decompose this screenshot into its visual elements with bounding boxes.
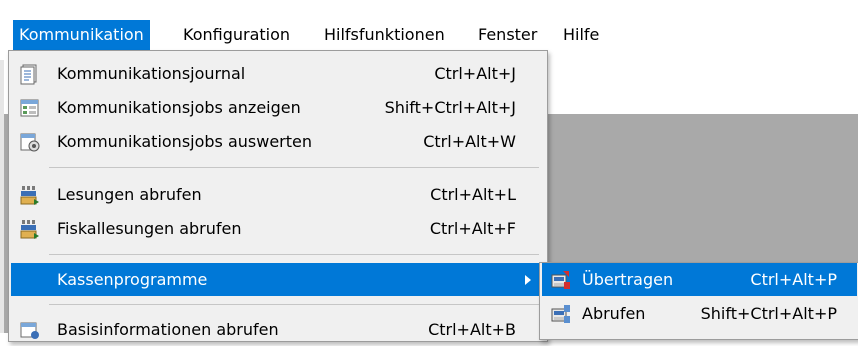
window-left-edge	[0, 60, 4, 333]
menu-item-shortcut: Ctrl+Alt+J	[434, 64, 516, 83]
menu-konfiguration[interactable]: Konfiguration	[177, 20, 296, 50]
transfer-icon	[550, 269, 572, 291]
menu-bar: Kommunikation Konfiguration Hilfsfunktio…	[0, 20, 858, 50]
menu-item-label: Kommunikationsjournal	[57, 64, 246, 83]
menu-item-fiskallesungen-abrufen[interactable]: Fiskallesungen abrufen Ctrl+Alt+F	[11, 212, 543, 245]
menu-item-shortcut: Ctrl+Alt+L	[430, 185, 516, 204]
kommunikation-menu: Kommunikationsjournal Ctrl+Alt+J Kommuni…	[8, 50, 548, 342]
submenu-item-label: Abrufen	[582, 304, 646, 323]
menu-item-label: Lesungen abrufen	[57, 185, 202, 204]
submenu-item-abrufen[interactable]: Abrufen Shift+Ctrl+Alt+P	[542, 297, 857, 330]
menu-item-label: Basisinformationen abrufen	[57, 320, 279, 339]
jobs-evaluate-icon	[19, 131, 41, 153]
menu-separator	[49, 254, 539, 255]
menu-item-kassenprogramme[interactable]: Kassenprogramme	[11, 263, 543, 296]
fiscal-read-icon	[19, 218, 41, 240]
menu-item-shortcut: Ctrl+Alt+W	[423, 132, 516, 151]
register-read-icon	[19, 184, 41, 206]
submenu-item-shortcut: Ctrl+Alt+P	[750, 270, 837, 289]
submenu-item-label: Übertragen	[582, 270, 674, 289]
menu-item-label: Kommunikationsjobs auswerten	[57, 132, 313, 151]
submenu-arrow-icon	[525, 275, 531, 285]
base-info-icon	[19, 319, 41, 341]
retrieve-icon	[550, 303, 572, 325]
menu-fenster[interactable]: Fenster	[472, 20, 543, 50]
menu-item-label: Kommunikationsjobs anzeigen	[57, 98, 301, 117]
menu-separator	[49, 167, 539, 168]
menu-item-shortcut: Ctrl+Alt+F	[429, 219, 516, 238]
menu-hilfe[interactable]: Hilfe	[557, 20, 605, 50]
menu-item-kommunikationsjobs-anzeigen[interactable]: Kommunikationsjobs anzeigen Shift+Ctrl+A…	[11, 91, 543, 124]
jobs-list-icon	[19, 97, 41, 119]
kassenprogramme-submenu: Übertragen Ctrl+Alt+P Abrufen Shift+Ctrl…	[539, 262, 858, 340]
menu-item-shortcut: Ctrl+Alt+B	[428, 320, 516, 339]
menu-separator	[49, 304, 539, 305]
submenu-item-uebertragen[interactable]: Übertragen Ctrl+Alt+P	[542, 263, 857, 296]
menu-item-kommunikationsjobs-auswerten[interactable]: Kommunikationsjobs auswerten Ctrl+Alt+W	[11, 125, 543, 158]
submenu-item-shortcut: Shift+Ctrl+Alt+P	[700, 304, 837, 323]
menu-item-label: Fiskallesungen abrufen	[57, 219, 242, 238]
journal-icon	[19, 63, 41, 85]
menu-item-kommunikationsjournal[interactable]: Kommunikationsjournal Ctrl+Alt+J	[11, 57, 543, 90]
menu-item-lesungen-abrufen[interactable]: Lesungen abrufen Ctrl+Alt+L	[11, 178, 543, 211]
menu-hilfsfunktionen[interactable]: Hilfsfunktionen	[318, 20, 451, 50]
menu-item-shortcut: Shift+Ctrl+Alt+J	[384, 98, 516, 117]
menu-item-label: Kassenprogramme	[57, 270, 208, 289]
menu-kommunikation[interactable]: Kommunikation	[13, 20, 150, 50]
menu-item-basisinformationen-abrufen[interactable]: Basisinformationen abrufen Ctrl+Alt+B	[11, 313, 543, 346]
